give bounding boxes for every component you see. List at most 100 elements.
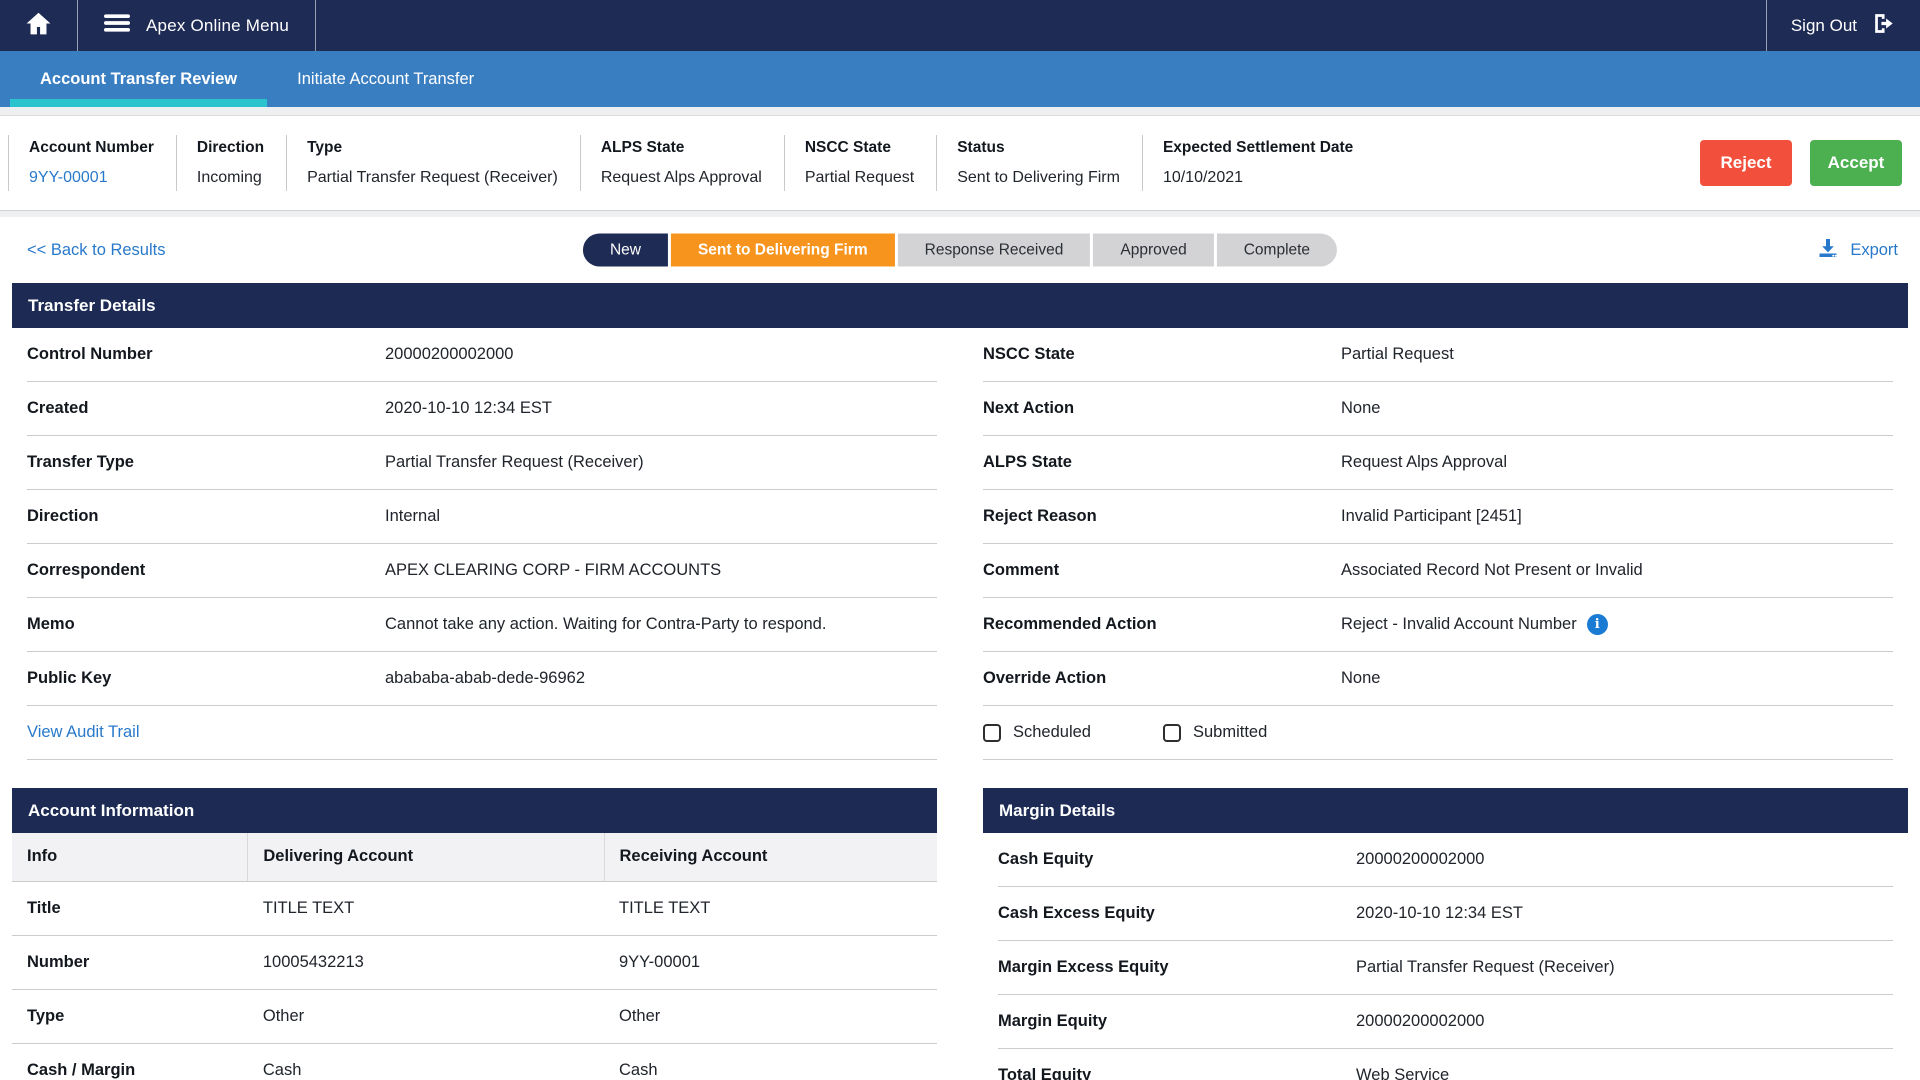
summary-bar-wrap: Account Number 9YY-00001 Direction Incom… [0,107,1920,217]
detail-row-next-action: Next Action None [983,382,1893,436]
row-label: Margin Equity [998,1012,1356,1031]
scheduled-checkbox[interactable] [983,724,1001,742]
transfer-details-section: Transfer Details Control Number 20000200… [12,283,1908,760]
detail-row-total-equity: Total Equity Web Service [998,1049,1893,1080]
submitted-checkbox[interactable] [1163,724,1181,742]
table-row: Cash / Margin Cash Cash [12,1043,937,1080]
row-label: Recommended Action [983,615,1341,634]
results-toolbar: << Back to Results New Sent to Deliverin… [0,217,1920,283]
info-icon[interactable]: i [1587,614,1608,635]
hamburger-icon [104,10,130,41]
detail-row-checkboxes: Scheduled Submitted [983,706,1893,760]
export-label: Export [1850,241,1898,260]
sign-out-button[interactable]: Sign Out [1766,0,1920,51]
detail-row-memo: Memo Cannot take any action. Waiting for… [27,598,937,652]
account-number-link[interactable]: 9YY-00001 [29,169,154,187]
cell-cash-margin-delivering: Cash [248,1043,604,1080]
row-value: Reject - Invalid Account Number i [1341,614,1608,635]
row-label: Cash Excess Equity [998,904,1356,923]
back-to-results-link[interactable]: << Back to Results [27,241,166,260]
field-label: Account Number [29,139,154,157]
row-value: Associated Record Not Present or Invalid [1341,561,1643,580]
detail-row-comment: Comment Associated Record Not Present or… [983,544,1893,598]
row-label: ALPS State [983,453,1341,472]
row-value: Request Alps Approval [1341,453,1507,472]
stage-pill-response-received[interactable]: Response Received [898,234,1091,267]
row-label: Next Action [983,399,1341,418]
field-label: Direction [197,139,264,157]
home-button[interactable] [0,0,78,51]
detail-row-alps-state: ALPS State Request Alps Approval [983,436,1893,490]
row-value: None [1341,669,1380,688]
sign-out-icon [1871,11,1896,41]
transfer-details-header: Transfer Details [12,283,1908,328]
cell-number-label: Number [12,935,248,989]
cell-type-delivering: Other [248,989,604,1043]
row-label: Margin Excess Equity [998,958,1356,977]
row-label: Comment [983,561,1341,580]
cell-type-label: Type [12,989,248,1043]
stage-pill-sent-to-delivering-firm[interactable]: Sent to Delivering Firm [671,234,895,267]
field-value: Sent to Delivering Firm [957,169,1120,187]
summary-field-expected-settlement-date: Expected Settlement Date 10/10/2021 [1142,135,1375,191]
column-header-receiving-account: Receiving Account [604,833,937,881]
row-value: None [1341,399,1380,418]
stage-pill-new[interactable]: New [583,234,668,267]
stage-pill-complete[interactable]: Complete [1217,234,1337,267]
main-menu-button[interactable]: Apex Online Menu [78,0,316,51]
recommended-action-text: Reject - Invalid Account Number [1341,615,1577,634]
row-value: Partial Transfer Request (Receiver) [385,453,644,472]
field-value: Partial Transfer Request (Receiver) [307,169,558,187]
account-transfer-review-page: Apex Online Menu Sign Out Account Transf… [0,0,1920,1080]
detail-row-recommended-action: Recommended Action Reject - Invalid Acco… [983,598,1893,652]
stage-label: New [610,241,641,259]
transfer-details-left-column: Control Number 20000200002000 Created 20… [27,328,937,760]
tab-label: Account Transfer Review [40,70,237,89]
detail-row-created: Created 2020-10-10 12:34 EST [27,382,937,436]
scheduled-checkbox-item[interactable]: Scheduled [983,723,1091,742]
section-title: Transfer Details [28,296,156,316]
summary-actions: Reject Accept [1700,140,1902,186]
summary-bar: Account Number 9YY-00001 Direction Incom… [0,115,1920,211]
detail-row-correspondent: Correspondent APEX CLEARING CORP - FIRM … [27,544,937,598]
column-header-delivering-account: Delivering Account [248,833,604,881]
row-label: Direction [27,507,385,526]
table-header-row: Info Delivering Account Receiving Accoun… [12,833,937,881]
cell-type-receiving: Other [604,989,937,1043]
summary-field-account-number: Account Number 9YY-00001 [8,135,176,191]
detail-row-margin-equity: Margin Equity 20000200002000 [998,995,1893,1049]
tab-initiate-account-transfer[interactable]: Initiate Account Transfer [267,51,504,107]
column-header-info: Info [12,833,248,881]
bottom-panels: Account Information Info Delivering Acco… [12,788,1908,1080]
row-label: Cash Equity [998,850,1356,869]
detail-row-cash-excess-equity: Cash Excess Equity 2020-10-10 12:34 EST [998,887,1893,941]
submitted-checkbox-item[interactable]: Submitted [1163,723,1267,742]
row-label: NSCC State [983,345,1341,364]
detail-row-override-action: Override Action None [983,652,1893,706]
tab-account-transfer-review[interactable]: Account Transfer Review [10,51,267,107]
detail-row-margin-excess-equity: Margin Excess Equity Partial Transfer Re… [998,941,1893,995]
row-label: Transfer Type [27,453,385,472]
view-audit-trail-link[interactable]: View Audit Trail [27,706,937,760]
row-value: 2020-10-10 12:34 EST [385,399,552,418]
section-title: Account Information [28,801,194,821]
navbar-spacer [316,0,1766,51]
transfer-details-right-column: NSCC State Partial Request Next Action N… [983,328,1893,760]
export-button[interactable]: Export [1816,236,1898,265]
download-icon [1816,236,1840,265]
row-value: 20000200002000 [1356,850,1484,869]
stage-label: Response Received [925,241,1064,259]
field-label: Expected Settlement Date [1163,139,1353,157]
row-label: Created [27,399,385,418]
reject-button[interactable]: Reject [1700,140,1792,186]
stage-label: Approved [1120,241,1186,259]
home-icon [25,10,52,42]
table-row: Type Other Other [12,989,937,1043]
row-label: Correspondent [27,561,385,580]
account-information-panel: Account Information Info Delivering Acco… [12,788,937,1080]
accept-button[interactable]: Accept [1810,140,1902,186]
stage-pill-approved[interactable]: Approved [1093,234,1213,267]
row-value: abababa-abab-dede-96962 [385,669,585,688]
row-value: Internal [385,507,440,526]
detail-row-nscc-state: NSCC State Partial Request [983,328,1893,382]
